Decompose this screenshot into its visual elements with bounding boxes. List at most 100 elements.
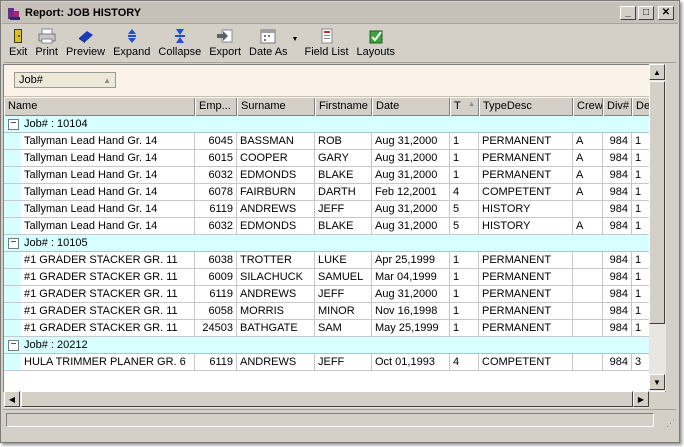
horizontal-scroll-thumb[interactable] <box>21 391 633 407</box>
cell-typedesc[interactable]: PERMANENT <box>479 320 573 337</box>
maximize-button[interactable]: □ <box>638 5 654 20</box>
cell-emp[interactable]: 6045 <box>195 133 237 150</box>
cell-crew[interactable]: A <box>573 150 603 167</box>
table-row[interactable]: #1 GRADER STACKER GR. 11 6038 TROTTER LUKE A… <box>4 252 665 269</box>
cell-div[interactable]: 984 <box>603 286 632 303</box>
date-as-button[interactable]: Date As <box>249 25 288 61</box>
cell-div[interactable]: 984 <box>603 320 632 337</box>
cell-div[interactable]: 984 <box>603 167 632 184</box>
cell-typedesc[interactable]: PERMANENT <box>479 252 573 269</box>
column-header-emp[interactable]: Emp... <box>195 98 237 116</box>
table-row[interactable]: #1 GRADER STACKER GR. 11 6119 ANDREWS JEFF A… <box>4 286 665 303</box>
group-by-chip[interactable]: Job# ▲ <box>14 72 116 88</box>
horizontal-scrollbar[interactable]: ◀ ▶ <box>4 391 649 408</box>
table-row[interactable]: Tallyman Lead Hand Gr. 14 6119 ANDREWS JEFF… <box>4 201 665 218</box>
cell-name[interactable]: Tallyman Lead Hand Gr. 14 <box>21 218 195 235</box>
cell-emp[interactable]: 6058 <box>195 303 237 320</box>
column-header-crew[interactable]: Crew <box>573 98 603 116</box>
cell-date[interactable]: Oct 01,1993 <box>372 354 450 371</box>
cell-firstname[interactable]: DARTH <box>315 184 372 201</box>
cell-div[interactable]: 984 <box>603 218 632 235</box>
cell-name[interactable]: HULA TRIMMER PLANER GR. 6 <box>21 354 195 371</box>
cell-crew[interactable] <box>573 286 603 303</box>
cell-div[interactable]: 984 <box>603 201 632 218</box>
cell-firstname[interactable]: JEFF <box>315 354 372 371</box>
export-button[interactable]: Export <box>209 25 241 61</box>
minimize-button[interactable]: _ <box>620 5 636 20</box>
scroll-left-arrow-icon[interactable]: ◀ <box>4 391 20 407</box>
print-button[interactable]: Print <box>35 25 58 61</box>
cell-t[interactable]: 4 <box>450 184 479 201</box>
cell-div[interactable]: 984 <box>603 354 632 371</box>
date-as-dropdown-arrow-icon[interactable]: ▼ <box>292 36 299 43</box>
cell-emp[interactable]: 24503 <box>195 320 237 337</box>
exit-button[interactable]: Exit <box>9 25 27 61</box>
resize-grip-icon[interactable]: ⋰ <box>666 418 675 429</box>
table-row[interactable]: Tallyman Lead Hand Gr. 14 6045 BASSMAN ROB A… <box>4 133 665 150</box>
cell-name[interactable]: #1 GRADER STACKER GR. 11 <box>21 286 195 303</box>
table-row[interactable]: #1 GRADER STACKER GR. 11 6009 SILACHUCK SAM… <box>4 269 665 286</box>
cell-crew[interactable]: A <box>573 167 603 184</box>
scroll-up-arrow-icon[interactable]: ▲ <box>649 64 665 80</box>
cell-typedesc[interactable]: PERMANENT <box>479 269 573 286</box>
cell-date[interactable]: Apr 25,1999 <box>372 252 450 269</box>
report-grid[interactable]: Name Emp... Surname Firstname Date T ▲ Ty… <box>4 98 665 392</box>
cell-emp[interactable]: 6038 <box>195 252 237 269</box>
cell-firstname[interactable]: BLAKE <box>315 218 372 235</box>
cell-t[interactable]: 1 <box>450 303 479 320</box>
table-row[interactable]: HULA TRIMMER PLANER GR. 6 6119 ANDREWS JEFF… <box>4 354 665 371</box>
cell-name[interactable]: Tallyman Lead Hand Gr. 14 <box>21 167 195 184</box>
collapse-toggle-icon[interactable]: − <box>8 237 19 249</box>
cell-date[interactable]: Aug 31,2000 <box>372 286 450 303</box>
cell-surname[interactable]: TROTTER <box>237 252 315 269</box>
cell-t[interactable]: 1 <box>450 252 479 269</box>
cell-div[interactable]: 984 <box>603 269 632 286</box>
cell-firstname[interactable]: GARY <box>315 150 372 167</box>
cell-name[interactable]: #1 GRADER STACKER GR. 11 <box>21 303 195 320</box>
cell-div[interactable]: 984 <box>603 252 632 269</box>
cell-crew[interactable] <box>573 320 603 337</box>
cell-typedesc[interactable]: PERMANENT <box>479 167 573 184</box>
cell-emp[interactable]: 6032 <box>195 167 237 184</box>
vertical-scroll-thumb[interactable] <box>649 81 665 324</box>
cell-firstname[interactable]: BLAKE <box>315 167 372 184</box>
group-row[interactable]: − Job# : 20212 <box>4 337 665 354</box>
table-row[interactable]: Tallyman Lead Hand Gr. 14 6032 EDMONDS BLAK… <box>4 167 665 184</box>
cell-surname[interactable]: ANDREWS <box>237 286 315 303</box>
cell-name[interactable]: Tallyman Lead Hand Gr. 14 <box>21 184 195 201</box>
cell-t[interactable]: 5 <box>450 218 479 235</box>
cell-surname[interactable]: BASSMAN <box>237 133 315 150</box>
cell-t[interactable]: 1 <box>450 133 479 150</box>
cell-t[interactable]: 1 <box>450 150 479 167</box>
layouts-button[interactable]: Layouts <box>357 25 395 61</box>
close-button[interactable]: ✕ <box>658 5 674 20</box>
cell-firstname[interactable]: LUKE <box>315 252 372 269</box>
cell-surname[interactable]: EDMONDS <box>237 167 315 184</box>
preview-button[interactable]: Preview <box>66 25 105 61</box>
cell-typedesc[interactable]: HISTORY <box>479 218 573 235</box>
column-header-name[interactable]: Name <box>4 98 195 116</box>
scroll-down-arrow-icon[interactable]: ▼ <box>649 374 665 390</box>
cell-surname[interactable]: EDMONDS <box>237 218 315 235</box>
cell-date[interactable]: Aug 31,2000 <box>372 167 450 184</box>
cell-t[interactable]: 4 <box>450 354 479 371</box>
table-row[interactable]: Tallyman Lead Hand Gr. 14 6032 EDMONDS BLAK… <box>4 218 665 235</box>
cell-date[interactable]: May 25,1999 <box>372 320 450 337</box>
cell-div[interactable]: 984 <box>603 150 632 167</box>
table-row[interactable]: Tallyman Lead Hand Gr. 14 6015 COOPER GARY A… <box>4 150 665 167</box>
cell-t[interactable]: 1 <box>450 167 479 184</box>
cell-name[interactable]: #1 GRADER STACKER GR. 11 <box>21 252 195 269</box>
cell-crew[interactable] <box>573 269 603 286</box>
cell-typedesc[interactable]: PERMANENT <box>479 150 573 167</box>
field-list-button[interactable]: Field List <box>304 25 349 61</box>
cell-crew[interactable]: A <box>573 133 603 150</box>
column-header-date[interactable]: Date <box>372 98 450 116</box>
cell-typedesc[interactable]: COMPETENT <box>479 354 573 371</box>
cell-emp[interactable]: 6119 <box>195 354 237 371</box>
cell-emp[interactable]: 6119 <box>195 286 237 303</box>
group-row[interactable]: − Job# : 10104 <box>4 116 665 133</box>
cell-surname[interactable]: ANDREWS <box>237 354 315 371</box>
group-by-box[interactable]: Job# ▲ <box>4 65 665 97</box>
cell-emp[interactable]: 6032 <box>195 218 237 235</box>
column-header-typedesc[interactable]: TypeDesc <box>479 98 573 116</box>
